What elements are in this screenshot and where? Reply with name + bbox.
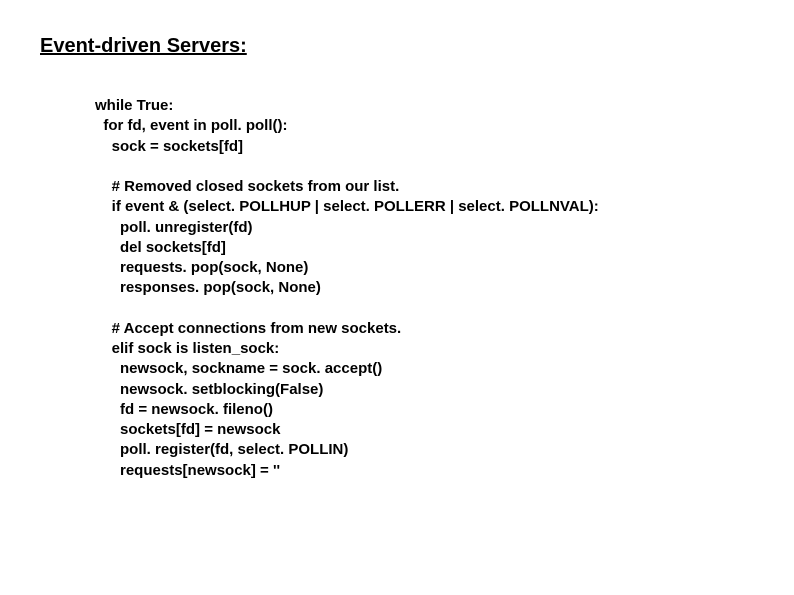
code-line: newsock. setblocking(False) <box>95 381 323 398</box>
code-line: sockets[fd] = newsock <box>95 421 280 438</box>
code-block: while True: for fd, event in poll. poll(… <box>40 96 754 481</box>
code-line: requests[newsock] = '' <box>95 462 280 479</box>
code-line: poll. register(fd, select. POLLIN) <box>95 441 348 458</box>
code-line: responses. pop(sock, None) <box>95 279 321 296</box>
code-line: for fd, event in poll. poll(): <box>95 117 287 134</box>
code-line: elif sock is listen_sock: <box>95 340 279 357</box>
code-line: sock = sockets[fd] <box>95 138 243 155</box>
code-line: newsock, sockname = sock. accept() <box>95 360 382 377</box>
code-line: while True: <box>95 97 173 114</box>
code-line: # Accept connections from new sockets. <box>95 320 401 337</box>
code-line: if event & (select. POLLHUP | select. PO… <box>95 198 599 215</box>
page-title: Event-driven Servers: <box>40 35 754 58</box>
code-line: poll. unregister(fd) <box>95 219 253 236</box>
code-line: del sockets[fd] <box>95 239 226 256</box>
code-line: # Removed closed sockets from our list. <box>95 178 399 195</box>
code-line: fd = newsock. fileno() <box>95 401 273 418</box>
code-line: requests. pop(sock, None) <box>95 259 308 276</box>
